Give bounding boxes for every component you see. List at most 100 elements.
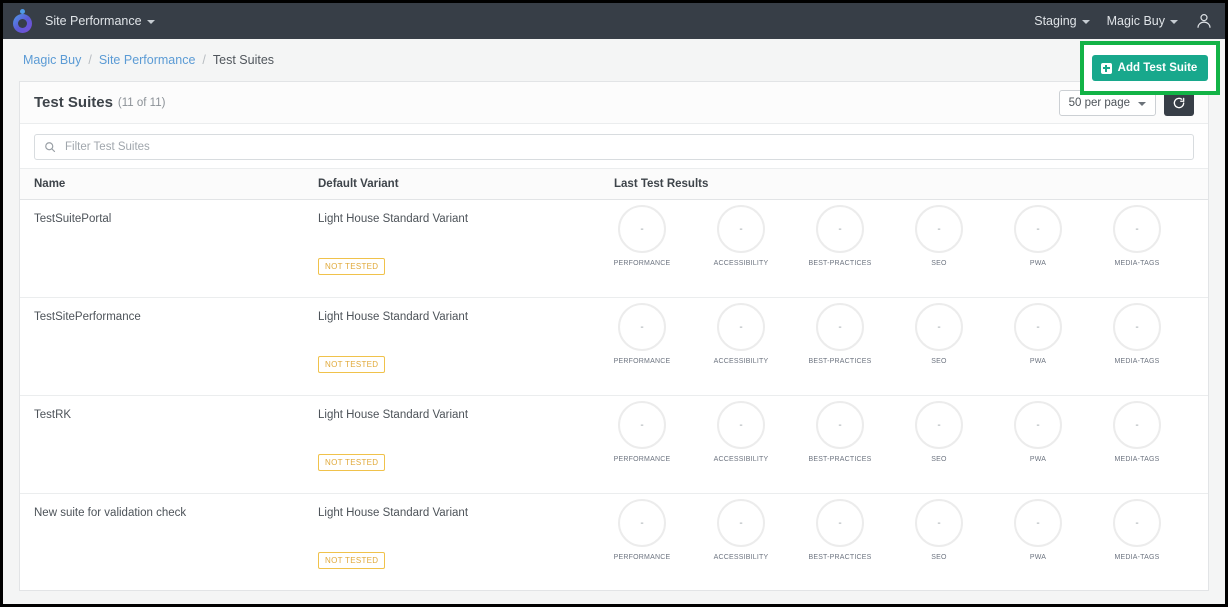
breadcrumb-item-site-performance[interactable]: Site Performance — [99, 53, 196, 67]
score-label: MEDIA-TAGS — [1114, 456, 1160, 463]
column-header-last-test-results: Last Test Results — [614, 168, 1208, 200]
filter-test-suites-input[interactable] — [65, 141, 1184, 153]
score-pwa[interactable]: - PWA — [1010, 401, 1066, 463]
score-label: BEST-PRACTICES — [808, 260, 872, 267]
score-label: PWA — [1029, 456, 1047, 463]
environment-selector-staging[interactable]: Staging — [1034, 14, 1090, 28]
cell-default-variant: Light House Standard Variant NOT TESTED — [318, 395, 614, 494]
breadcrumb-item-magic-buy[interactable]: Magic Buy — [23, 53, 81, 67]
score-label: PWA — [1029, 358, 1047, 365]
score-accessibility[interactable]: - ACCESSIBILITY — [713, 205, 769, 267]
cell-name: TestRK — [20, 395, 318, 494]
top-navigation-right: Staging Magic Buy — [1034, 12, 1213, 30]
score-gauge: - — [1113, 303, 1161, 351]
score-seo[interactable]: - SEO — [911, 303, 967, 365]
table-row[interactable]: New suite for validation check Light Hous… — [20, 493, 1208, 590]
score-seo[interactable]: - SEO — [911, 205, 967, 267]
score-label: SEO — [931, 554, 947, 561]
chevron-down-icon — [146, 20, 155, 24]
test-suite-name[interactable]: TestRK — [20, 396, 318, 421]
score-best-practices[interactable]: - BEST-PRACTICES — [808, 303, 871, 365]
plus-square-icon — [1100, 62, 1112, 74]
score-seo[interactable]: - SEO — [911, 401, 967, 463]
score-label: SEO — [931, 456, 947, 463]
chevron-down-icon — [1081, 20, 1090, 24]
breadcrumb-item-test-suites: Test Suites — [212, 53, 275, 67]
score-pwa[interactable]: - PWA — [1010, 205, 1066, 267]
add-test-suite-highlight: Add Test Suite — [1080, 41, 1220, 95]
score-media-tags[interactable]: - MEDIA-TAGS — [1109, 205, 1165, 267]
test-suite-name[interactable]: TestSuitePortal — [20, 200, 318, 225]
page-title: Test Suites — [34, 94, 113, 111]
status-badge: NOT TESTED — [318, 258, 386, 275]
score-label: ACCESSIBILITY — [713, 554, 769, 561]
score-best-practices[interactable]: - BEST-PRACTICES — [808, 499, 871, 561]
filter-field[interactable] — [34, 134, 1194, 160]
score-label: PERFORMANCE — [613, 456, 671, 463]
filter-container — [20, 124, 1208, 168]
test-suite-name[interactable]: New suite for validation check — [20, 494, 318, 519]
score-gauge: - — [717, 499, 765, 547]
score-label: MEDIA-TAGS — [1114, 554, 1160, 561]
score-performance[interactable]: - PERFORMANCE — [614, 303, 670, 365]
score-gauge: - — [915, 401, 963, 449]
score-gauge: - — [1014, 205, 1062, 253]
table-row[interactable]: TestSuitePortal Light House Standard Vari… — [20, 199, 1208, 298]
score-media-tags[interactable]: - MEDIA-TAGS — [1109, 499, 1165, 561]
score-gauge: - — [618, 401, 666, 449]
cell-default-variant: Light House Standard Variant NOT TESTED — [318, 297, 614, 396]
breadcrumb-bar: Magic Buy / Site Performance / Test Suit… — [3, 39, 1225, 95]
account-label: Magic Buy — [1106, 14, 1165, 28]
score-pwa[interactable]: - PWA — [1010, 499, 1066, 561]
status-badge: NOT TESTED — [318, 552, 386, 569]
score-label: BEST-PRACTICES — [808, 554, 872, 561]
score-gauge: - — [717, 303, 765, 351]
score-best-practices[interactable]: - BEST-PRACTICES — [808, 401, 871, 463]
default-variant-name: Light House Standard Variant — [318, 507, 469, 519]
refresh-icon — [1173, 97, 1185, 108]
score-best-practices[interactable]: - BEST-PRACTICES — [808, 205, 871, 267]
score-gauge: - — [717, 205, 765, 253]
score-seo[interactable]: - SEO — [911, 499, 967, 561]
test-suite-name[interactable]: TestSitePerformance — [20, 298, 318, 323]
score-accessibility[interactable]: - ACCESSIBILITY — [713, 401, 769, 463]
app-menu-site-performance[interactable]: Site Performance — [45, 14, 155, 28]
score-media-tags[interactable]: - MEDIA-TAGS — [1109, 303, 1165, 365]
score-performance[interactable]: - PERFORMANCE — [614, 205, 670, 267]
score-performance[interactable]: - PERFORMANCE — [614, 401, 670, 463]
result-count: (11 of 11) — [117, 96, 166, 109]
table-row[interactable]: TestSitePerformance Light House Standard … — [20, 297, 1208, 396]
score-gauge: - — [1113, 499, 1161, 547]
score-gauge: - — [915, 303, 963, 351]
score-label: ACCESSIBILITY — [713, 456, 769, 463]
score-label: ACCESSIBILITY — [713, 260, 769, 267]
score-pwa[interactable]: - PWA — [1010, 303, 1066, 365]
score-gauge: - — [816, 303, 864, 351]
cell-last-test-results: - PERFORMANCE - ACCESSIBILITY - BEST-PRACTICE… — [614, 199, 1208, 298]
column-header-name: Name — [20, 168, 318, 200]
score-label: SEO — [931, 358, 947, 365]
add-test-suite-button[interactable]: Add Test Suite — [1091, 55, 1209, 81]
breadcrumb-separator: / — [202, 53, 206, 67]
table-row[interactable]: TestRK Light House Standard Variant NOT TE… — [20, 395, 1208, 494]
score-gauge: - — [915, 205, 963, 253]
default-variant-name: Light House Standard Variant — [318, 409, 469, 421]
score-performance[interactable]: - PERFORMANCE — [614, 499, 670, 561]
user-avatar-icon[interactable] — [1195, 12, 1213, 30]
score-media-tags[interactable]: - MEDIA-TAGS — [1109, 401, 1165, 463]
account-selector-magic-buy[interactable]: Magic Buy — [1107, 14, 1178, 28]
cell-last-test-results: - PERFORMANCE - ACCESSIBILITY - BEST-PRACTICE… — [614, 493, 1208, 590]
search-icon — [45, 142, 56, 153]
environment-label: Staging — [1034, 14, 1077, 28]
score-label: PWA — [1029, 260, 1047, 267]
score-label: ACCESSIBILITY — [713, 358, 769, 365]
per-page-label: 50 per page — [1068, 96, 1130, 109]
cell-name: New suite for validation check — [20, 493, 318, 590]
table-header-row: Name Default Variant Last Test Results — [20, 168, 1208, 200]
cell-last-test-results: - PERFORMANCE - ACCESSIBILITY - BEST-PRACTICE… — [614, 395, 1208, 494]
score-accessibility[interactable]: - ACCESSIBILITY — [713, 499, 769, 561]
score-accessibility[interactable]: - ACCESSIBILITY — [713, 303, 769, 365]
app-menu-label: Site Performance — [45, 14, 142, 28]
table-body: TestSuitePortal Light House Standard Vari… — [20, 199, 1208, 590]
site-performance-logo-icon — [11, 9, 35, 33]
